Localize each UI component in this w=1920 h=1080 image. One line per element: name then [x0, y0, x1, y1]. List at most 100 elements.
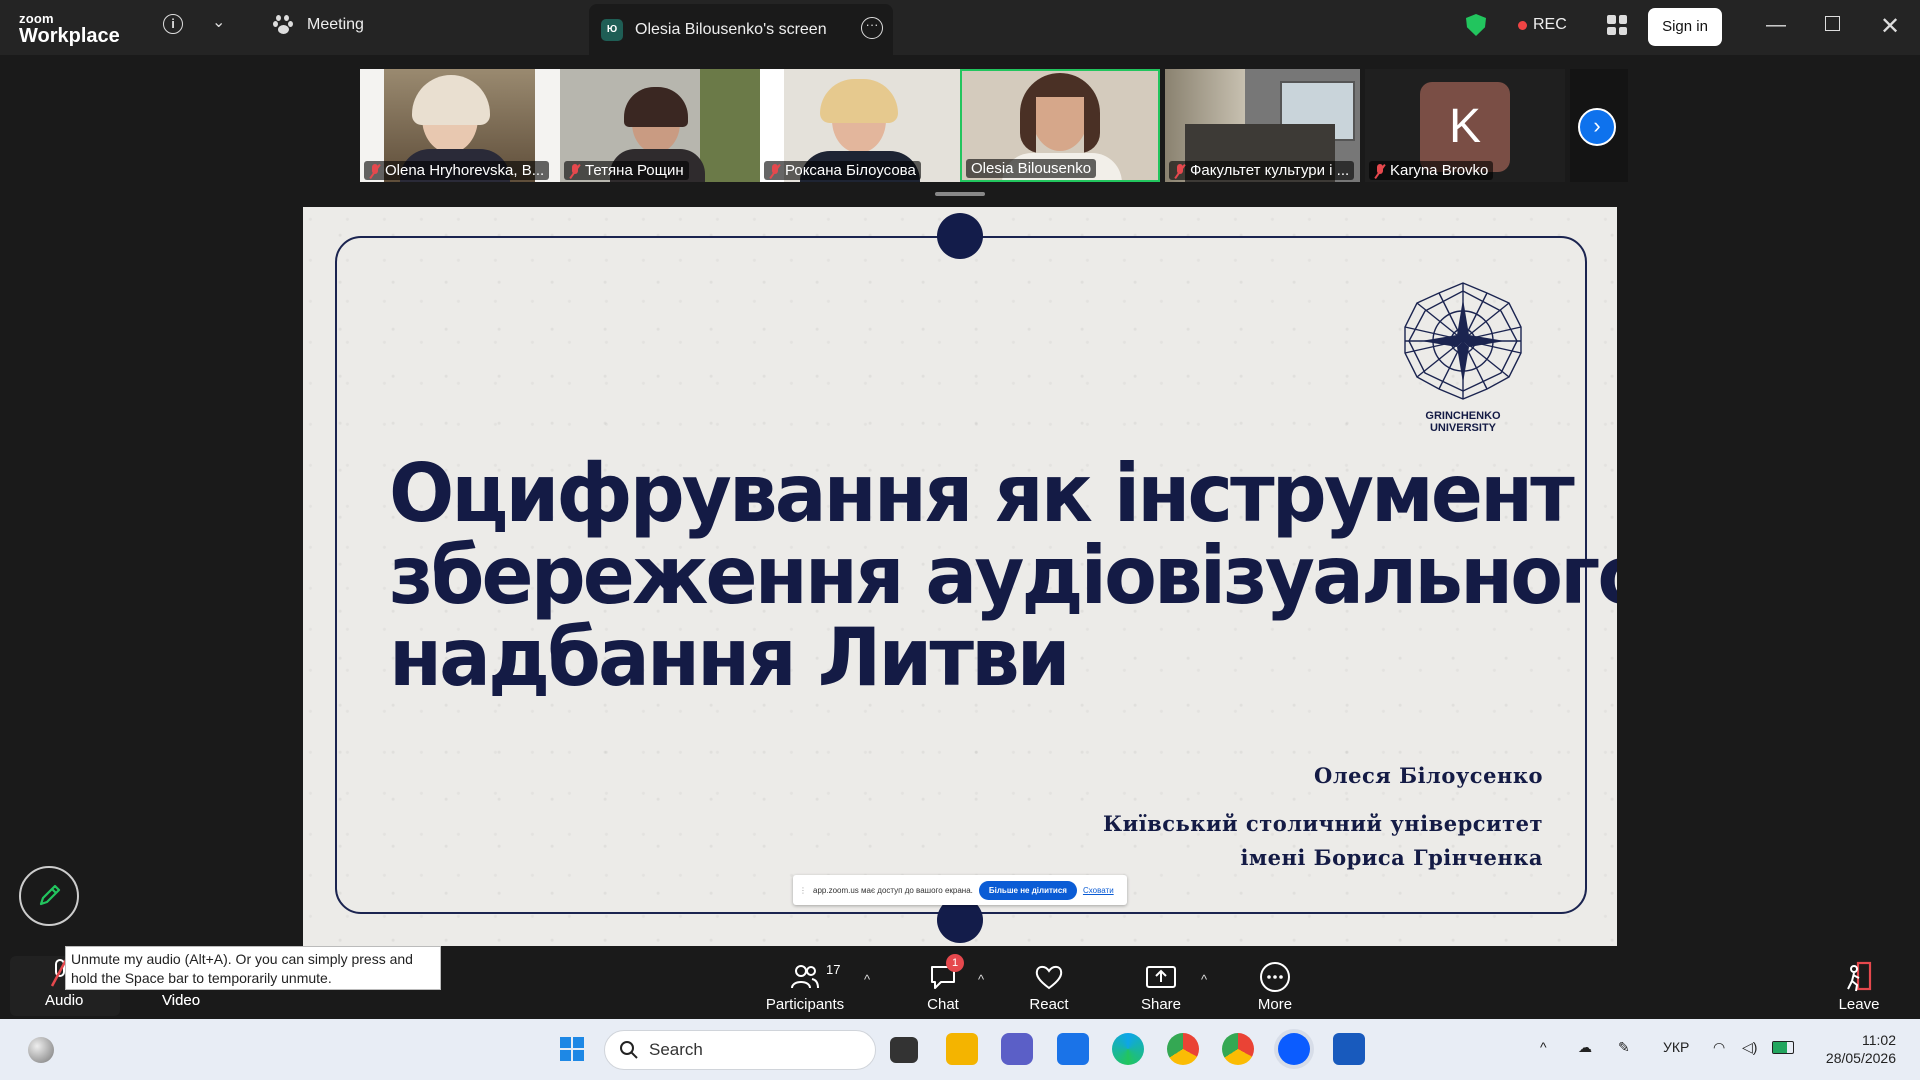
arrow-right-icon: →	[1483, 569, 1495, 583]
sharer-badge: Ю	[601, 18, 623, 41]
task-view-icon[interactable]	[890, 1037, 918, 1063]
minimize-icon[interactable]: —	[1766, 14, 1786, 37]
tray-chevron-up-icon[interactable]: ^	[1540, 1039, 1547, 1055]
restore-icon[interactable]	[1825, 16, 1840, 31]
apps-icon[interactable]	[1607, 15, 1627, 35]
participant-name-tag: Olesia Bilousenko	[966, 159, 1097, 178]
participant-tile[interactable]: Роксана Білоусова	[760, 69, 960, 182]
word-icon[interactable]	[1333, 1033, 1365, 1065]
slide-author: Олеся Білоусенко	[1314, 763, 1543, 788]
record-dot-icon	[1518, 20, 1527, 30]
sign-in-button[interactable]: Sign in	[1648, 8, 1722, 46]
zoom-icon[interactable]	[1278, 1033, 1310, 1065]
participants-button[interactable]: 17 Participants	[765, 960, 845, 1013]
taskbar-clock[interactable]: 11:02 28/05/2026	[1826, 1031, 1896, 1067]
chat-caret-icon[interactable]: ^	[978, 972, 984, 987]
participants-count: 17	[826, 962, 841, 977]
participant-tile-active-speaker[interactable]: Olesia Bilousenko	[960, 69, 1160, 182]
chrome-icon[interactable]	[1167, 1033, 1199, 1065]
chevron-down-icon[interactable]: ⌄	[212, 12, 225, 32]
leave-label: Leave	[1838, 996, 1880, 1013]
share-caret-icon[interactable]: ^	[1201, 972, 1207, 987]
more-button[interactable]: More	[1254, 960, 1296, 1013]
info-icon[interactable]: i	[163, 14, 183, 34]
next-page-button[interactable]: ›	[1578, 108, 1616, 146]
logo-name-line1: GRINCHENKO	[1425, 410, 1501, 422]
slide-title-line: Оцифрування як інструмент	[389, 447, 1575, 540]
close-icon[interactable]: ✕	[1880, 12, 1900, 41]
store-icon[interactable]	[1057, 1033, 1089, 1065]
edge-icon[interactable]	[1112, 1033, 1144, 1065]
screen-share-banner: ⋮ app.zoom.us має доступ до вашого екран…	[793, 875, 1127, 905]
participant-name-tag: Факультет культури і ...	[1169, 161, 1355, 180]
participants-caret-icon[interactable]: ^	[864, 972, 870, 987]
search-placeholder: Search	[649, 1040, 703, 1059]
mic-muted-icon	[369, 163, 381, 178]
teams-icon[interactable]	[1001, 1033, 1033, 1065]
leave-button[interactable]: Leave	[1838, 960, 1880, 1013]
share-banner-text: app.zoom.us має доступ до вашого екрана.	[813, 885, 973, 895]
clock-time: 11:02	[1862, 1032, 1896, 1048]
share-label: Share	[1140, 996, 1182, 1013]
participant-name-tag: Тетяна Рощин	[564, 161, 689, 180]
chat-label: Chat	[927, 996, 959, 1013]
drag-handle-icon[interactable]: ⋮	[799, 886, 807, 895]
chrome-profile-icon[interactable]	[1222, 1033, 1254, 1065]
wifi-icon[interactable]: ◠	[1713, 1039, 1725, 1056]
share-button[interactable]: Share	[1140, 960, 1182, 1013]
participant-name-tag: Karyna Brovko	[1369, 161, 1494, 180]
cloud-offline-icon[interactable]: ☁	[1578, 1039, 1592, 1056]
affiliation-line: Київський столичний університет	[1103, 811, 1543, 836]
participant-name-tag: Роксана Білоусова	[764, 161, 921, 180]
participants-strip: Olena Hryhorevska, B... Тетяна Рощин Рок…	[360, 69, 1628, 182]
windows-start-icon[interactable]	[556, 1033, 588, 1065]
participant-tile[interactable]: Olena Hryhorevska, B...	[360, 69, 560, 182]
annotate-button[interactable]	[19, 866, 79, 926]
pen-icon[interactable]: ✎	[1618, 1039, 1630, 1056]
windows-taskbar: Search ^ ☁ ✎ УКР ◠ ◁) 11:02 28/05/2026	[0, 1019, 1920, 1080]
shared-slide: GRINCHENKO UNIVERSITY Оцифрування як інс…	[303, 207, 1617, 946]
widgets-icon[interactable]	[28, 1037, 54, 1063]
volume-icon[interactable]: ◁)	[1742, 1039, 1757, 1056]
strip-resize-handle[interactable]	[935, 192, 985, 196]
meeting-menu[interactable]: Meeting	[273, 15, 364, 35]
language-indicator[interactable]: УКР	[1663, 1039, 1689, 1055]
unmute-tooltip: Unmute my audio (Alt+A). Or you can simp…	[65, 946, 441, 990]
mic-muted-icon	[1174, 163, 1186, 178]
meeting-label: Meeting	[307, 16, 364, 33]
taskbar-search[interactable]: Search	[604, 1030, 876, 1070]
shared-screen-label: Olesia Bilousenko's screen	[635, 20, 827, 38]
logo-name-line2: UNIVERSITY	[1429, 422, 1496, 434]
more-options-icon[interactable]: ···	[861, 17, 883, 39]
slide-decor-circle	[937, 213, 983, 259]
slide-title: Оцифрування як інструмент збереження ауд…	[389, 447, 1617, 699]
shared-screen-tab[interactable]: Ю Olesia Bilousenko's screen ···	[589, 4, 893, 55]
mic-muted-icon	[769, 163, 781, 178]
grinchenko-university-logo: GRINCHENKO UNIVERSITY	[1398, 281, 1528, 434]
hide-banner-link[interactable]: Сховати	[1083, 886, 1114, 895]
participant-tile[interactable]: K Karyna Brovko	[1365, 69, 1565, 182]
battery-icon[interactable]	[1772, 1041, 1794, 1054]
share-screen-icon	[1146, 966, 1176, 988]
logo-small: zoom	[19, 11, 54, 26]
chat-button[interactable]: 1 Chat	[920, 954, 966, 1013]
shield-icon[interactable]	[1466, 14, 1486, 36]
react-button[interactable]: React	[1026, 960, 1072, 1013]
participant-name-tag: Olena Hryhorevska, B...	[364, 161, 550, 180]
university-star-icon	[1404, 282, 1522, 400]
pencil-icon	[39, 884, 61, 906]
slide-affiliation: Київський столичний університет імені Бо…	[1103, 807, 1543, 875]
title-bar: zoom Workplace i ⌄ Meeting Ю Olesia Bilo…	[0, 0, 1920, 55]
recording-indicator[interactable]: REC	[1518, 16, 1567, 34]
clock-date: 28/05/2026	[1825, 1050, 1896, 1066]
audio-label: Audio	[45, 992, 84, 1009]
participant-tile[interactable]: Тетяна Рощин	[560, 69, 760, 182]
zoom-logo: zoom Workplace	[19, 12, 120, 46]
slide-title-line: збереження аудіовізуального	[389, 529, 1617, 622]
stop-sharing-button[interactable]: Більше не ділитися	[978, 880, 1077, 900]
rec-label: REC	[1533, 16, 1567, 33]
video-label: Video	[162, 992, 201, 1009]
participant-tile[interactable]: Факультет культури і ...	[1165, 69, 1360, 182]
avatar: K	[1420, 82, 1510, 172]
file-explorer-icon[interactable]	[946, 1033, 978, 1065]
